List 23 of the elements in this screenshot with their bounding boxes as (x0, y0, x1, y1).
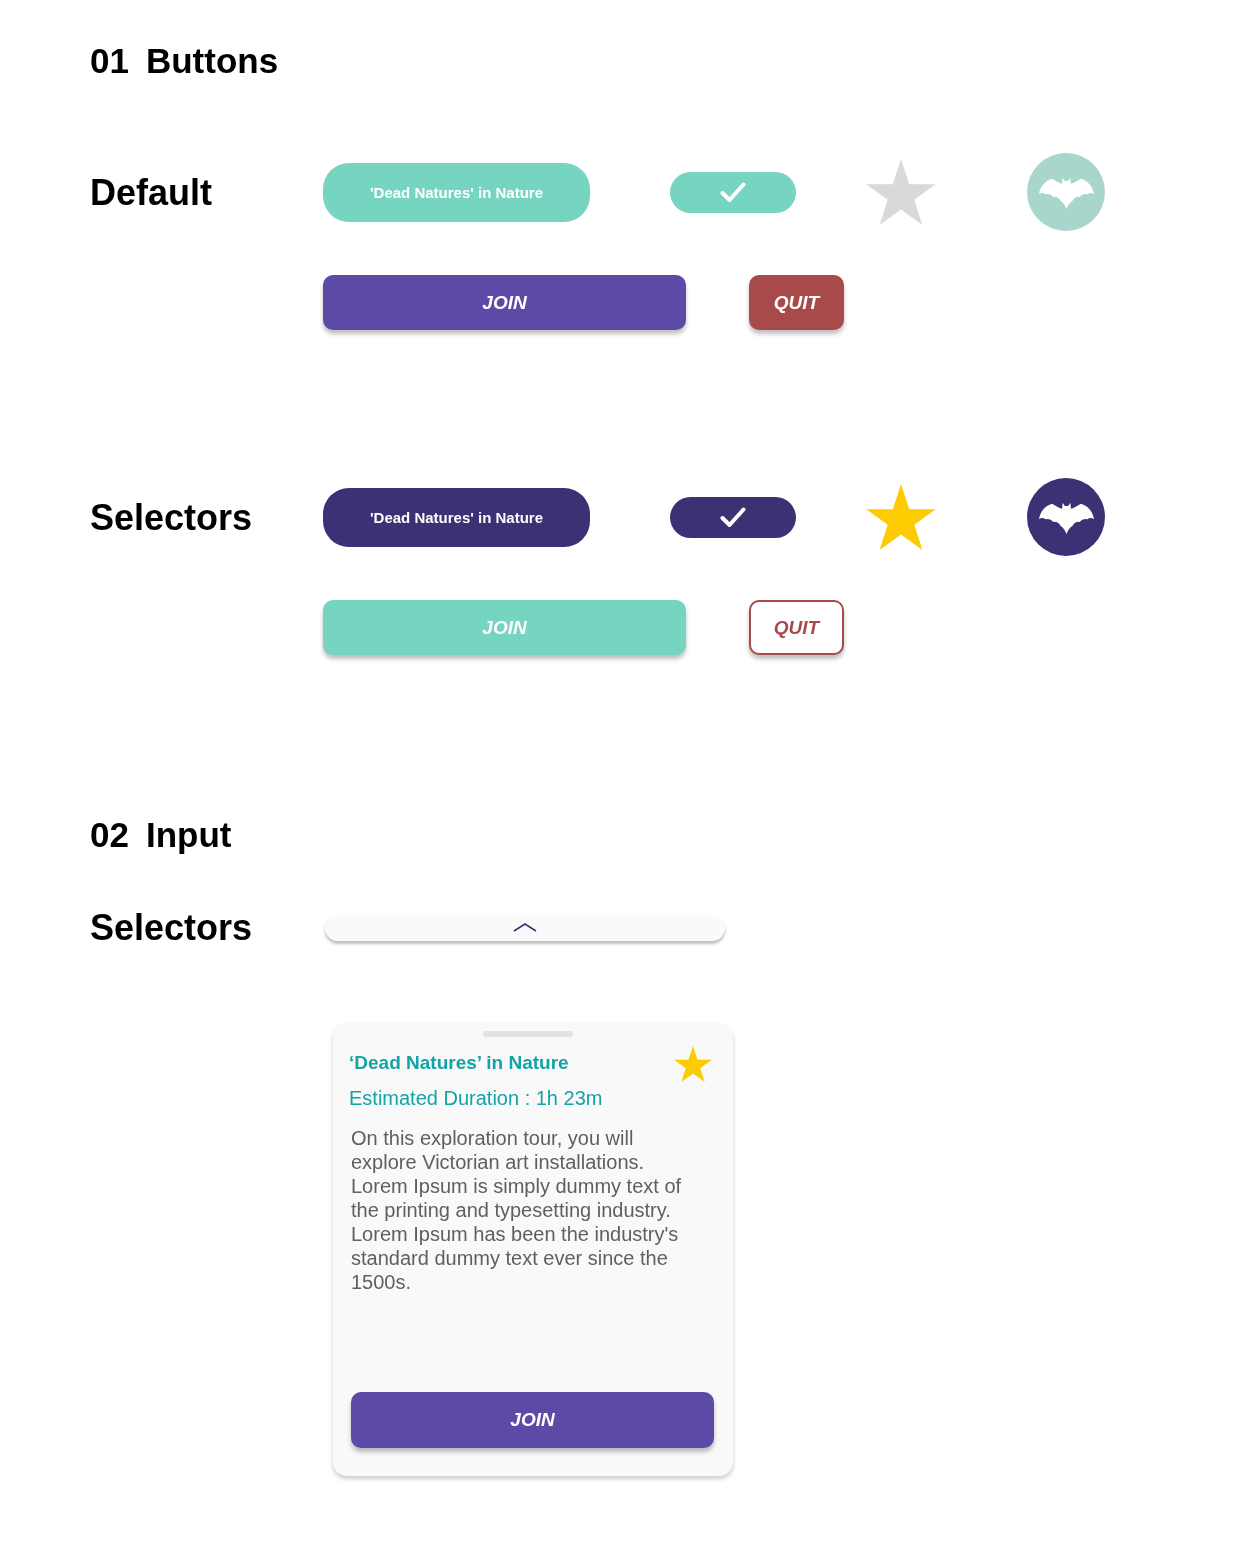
quit-button[interactable]: QUIT (749, 275, 844, 330)
star-icon[interactable] (866, 159, 936, 225)
row-label: Selectors (90, 906, 254, 949)
check-toggle[interactable] (670, 171, 796, 213)
join-button[interactable]: JOIN (323, 275, 686, 330)
drawer-handle[interactable] (325, 914, 725, 941)
section-number: 01 (90, 40, 129, 82)
check-icon (720, 181, 746, 203)
check-icon (720, 506, 746, 528)
row-label: Default (90, 170, 213, 214)
card-title: ‘Dead Natures’ in Nature (349, 1051, 569, 1075)
description-text: On this exploration tour, you will explore Victorian art installations. Lorem Ipsum is simply dummy text of the printing and typesetting industry. Lorem Ipsum has been the industry's standard dummy text ever since the 1500s. (351, 1126, 683, 1294)
star-icon[interactable] (866, 484, 936, 550)
row-label: Selectors (90, 495, 254, 539)
join-button[interactable]: JOIN (351, 1392, 714, 1448)
duration-text: Estimated Duration : 1h 23m (349, 1086, 604, 1110)
section-title: Input (145, 814, 232, 856)
section-title: Buttons (145, 40, 279, 82)
tour-tag-button[interactable]: 'Dead Natures' in Nature (323, 487, 590, 547)
star-icon[interactable] (674, 1046, 712, 1082)
section-number: 02 (90, 814, 129, 856)
check-toggle[interactable] (670, 496, 796, 538)
quit-button[interactable]: QUIT (749, 600, 844, 655)
